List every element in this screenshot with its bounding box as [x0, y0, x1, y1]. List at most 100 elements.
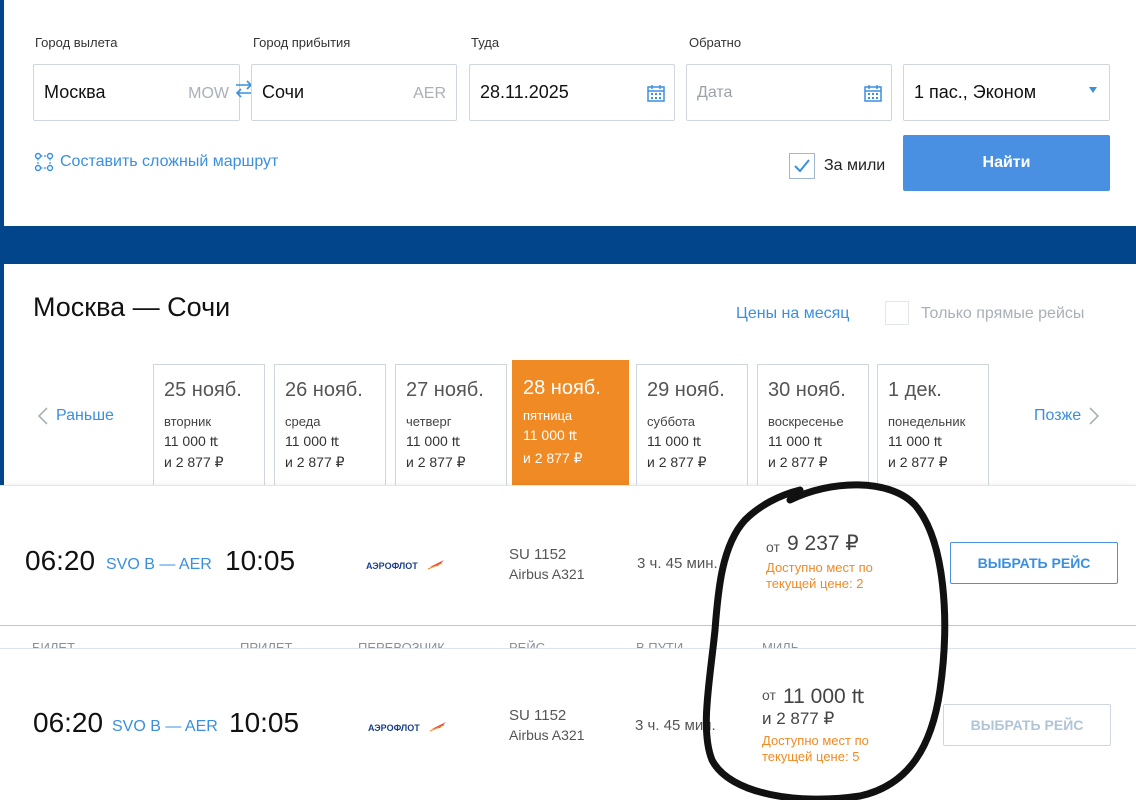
to-code: AER	[413, 85, 446, 102]
aeroflot-logo: АЭРОФЛОТ	[366, 560, 444, 571]
departure-time: 06:20	[25, 545, 96, 576]
prev-label: Раньше	[56, 407, 114, 424]
price-from-label: от	[762, 687, 776, 703]
from-code: MOW	[188, 85, 229, 102]
calendar-icon[interactable]	[863, 83, 883, 103]
departure-time: 06:20	[33, 707, 104, 738]
aircraft-type: Airbus A321	[509, 566, 585, 582]
seats-available: Доступно мест по текущей цене: 2	[766, 560, 873, 591]
rub-price: и 2 877 ₽	[285, 454, 345, 470]
flight-number: SU 1152	[509, 707, 567, 724]
next-dates-button[interactable]: Позже	[1034, 407, 1100, 425]
airline-name: АЭРОФЛОТ	[368, 723, 420, 733]
arrival-time: 10:05	[229, 707, 300, 738]
table-header: БИЛЕТ ПРИЛЕТ ПЕРЕВОЗЧИК РЕЙС В ПУТИ МИЛЬ	[0, 625, 1136, 649]
miles-price: 11 000 ₶	[647, 433, 702, 449]
rub-price: и 2 877 ₽	[888, 454, 948, 470]
miles-price: 11 000 ₶	[888, 433, 943, 449]
complex-route-link[interactable]: Составить сложный маршрут	[34, 152, 278, 172]
flight-duration: 3 ч. 45 мин.	[637, 555, 718, 572]
weekday-label: суббота	[647, 414, 696, 429]
calendar-icon[interactable]	[646, 83, 666, 103]
date-label: 29 нояб.	[647, 379, 725, 401]
column-header: МИЛЬ	[762, 640, 800, 649]
chevron-left-icon	[38, 407, 48, 425]
from-field[interactable]: Москва MOW	[33, 64, 240, 121]
rub-price: и 2 877 ₽	[523, 450, 583, 466]
rub-price: и 2 877 ₽	[647, 454, 707, 470]
from-label: Город вылета	[35, 35, 118, 50]
to-field[interactable]: Сочи AER	[251, 64, 457, 121]
date-card-27-nov[interactable]: 27 нояб. четверг 11 000 ₶ и 2 877 ₽	[395, 364, 507, 489]
flight-duration: 3 ч. 45 мин.	[635, 717, 716, 734]
select-flight-button[interactable]: ВЫБРАТЬ РЕЙС	[950, 542, 1118, 584]
month-prices-link[interactable]: Цены на месяц	[736, 305, 849, 323]
date-label: 28 нояб.	[523, 377, 601, 399]
airline-name: АЭРОФЛОТ	[366, 561, 418, 571]
flight-price: 9 237 ₽	[787, 532, 859, 555]
flight-number: SU 1152	[509, 546, 567, 563]
date-card-30-nov[interactable]: 30 нояб. воскресенье 11 000 ₶ и 2 877 ₽	[757, 364, 869, 489]
weekday-label: вторник	[164, 414, 212, 429]
arrival-time: 10:05	[225, 545, 296, 576]
date-card-26-nov[interactable]: 26 нояб. среда 11 000 ₶ и 2 877 ₽	[274, 364, 386, 489]
aeroflot-logo: АЭРОФЛОТ	[368, 722, 446, 733]
rub-price: и 2 877 ₽	[406, 454, 466, 470]
select-flight-button[interactable]: ВЫБРАТЬ РЕЙС	[943, 704, 1111, 746]
find-button[interactable]: Найти	[903, 135, 1110, 191]
depart-date-field[interactable]: 28.11.2025	[469, 64, 675, 121]
seats-available: Доступно мест по текущей цене: 5	[762, 733, 869, 764]
flight-price-rub: и 2 877 ₽	[762, 709, 835, 728]
weekday-label: среда	[285, 414, 321, 429]
flight-row: 06:20 SVO B — AER 10:05 АЭРОФЛОТ SU 1152…	[0, 485, 1136, 625]
miles-price: 11 000 ₶	[406, 433, 461, 449]
date-label: 27 нояб.	[406, 379, 484, 401]
date-label: 25 нояб.	[164, 379, 242, 401]
date-label: 26 нояб.	[285, 379, 363, 401]
passengers-value: 1 пас., Эконом	[914, 82, 1037, 102]
flight-row: 06:20 SVO B — AER 10:05 АЭРОФЛОТ SU 1152…	[0, 649, 1136, 800]
weekday-label: пятница	[523, 408, 573, 423]
date-card-28-nov-selected[interactable]: 28 нояб. пятница 11 000 ₶ и 2 877 ₽	[512, 360, 629, 489]
date-label: 1 дек.	[888, 379, 942, 401]
chevron-right-icon	[1089, 407, 1100, 425]
miles-checkbox[interactable]	[789, 153, 815, 179]
direct-only-checkbox[interactable]	[885, 301, 909, 325]
date-card-29-nov[interactable]: 29 нояб. суббота 11 000 ₶ и 2 877 ₽	[636, 364, 748, 489]
depart-label: Туда	[471, 35, 500, 50]
route-airports[interactable]: SVO B — AER	[112, 718, 218, 736]
weekday-label: воскресенье	[768, 414, 844, 429]
return-label: Обратно	[689, 35, 742, 50]
column-header: РЕЙС	[509, 640, 546, 649]
miles-price: 11 000 ₶	[285, 433, 340, 449]
rub-price: и 2 877 ₽	[164, 454, 224, 470]
column-header: В ПУТИ	[636, 640, 684, 649]
to-label: Город прибытия	[253, 35, 351, 50]
aircraft-type: Airbus A321	[509, 727, 585, 743]
date-card-25-nov[interactable]: 25 нояб. вторник 11 000 ₶ и 2 877 ₽	[153, 364, 265, 489]
check-icon	[794, 159, 810, 173]
search-panel: Город вылета Москва MOW Город прибытия С…	[4, 0, 1136, 226]
chevron-down-icon	[1089, 87, 1097, 93]
flight-price-miles: 11 000 ₶	[783, 685, 865, 708]
miles-price: 11 000 ₶	[523, 427, 578, 443]
from-value: Москва	[44, 82, 106, 102]
column-header: ПРИЛЕТ	[240, 640, 293, 649]
return-date-field[interactable]: Дата	[686, 64, 892, 121]
column-header: БИЛЕТ	[32, 640, 76, 649]
date-label: 30 нояб.	[768, 379, 846, 401]
weekday-label: понедельник	[888, 414, 966, 429]
page-title: Москва — Сочи	[33, 292, 231, 322]
miles-price: 11 000 ₶	[164, 433, 219, 449]
passengers-select[interactable]: 1 пас., Эконом	[903, 64, 1110, 121]
date-card-1-dec[interactable]: 1 дек. понедельник 11 000 ₶ и 2 877 ₽	[877, 364, 989, 489]
return-placeholder: Дата	[697, 84, 733, 101]
rub-price: и 2 877 ₽	[768, 454, 828, 470]
route-airports[interactable]: SVO B — AER	[106, 556, 212, 574]
price-from-label: от	[766, 539, 780, 555]
next-label: Позже	[1034, 407, 1082, 424]
depart-value: 28.11.2025	[480, 82, 569, 102]
to-value: Сочи	[262, 82, 305, 102]
prev-dates-button[interactable]: Раньше	[38, 407, 114, 425]
column-header: ПЕРЕВОЗЧИК	[358, 640, 445, 649]
